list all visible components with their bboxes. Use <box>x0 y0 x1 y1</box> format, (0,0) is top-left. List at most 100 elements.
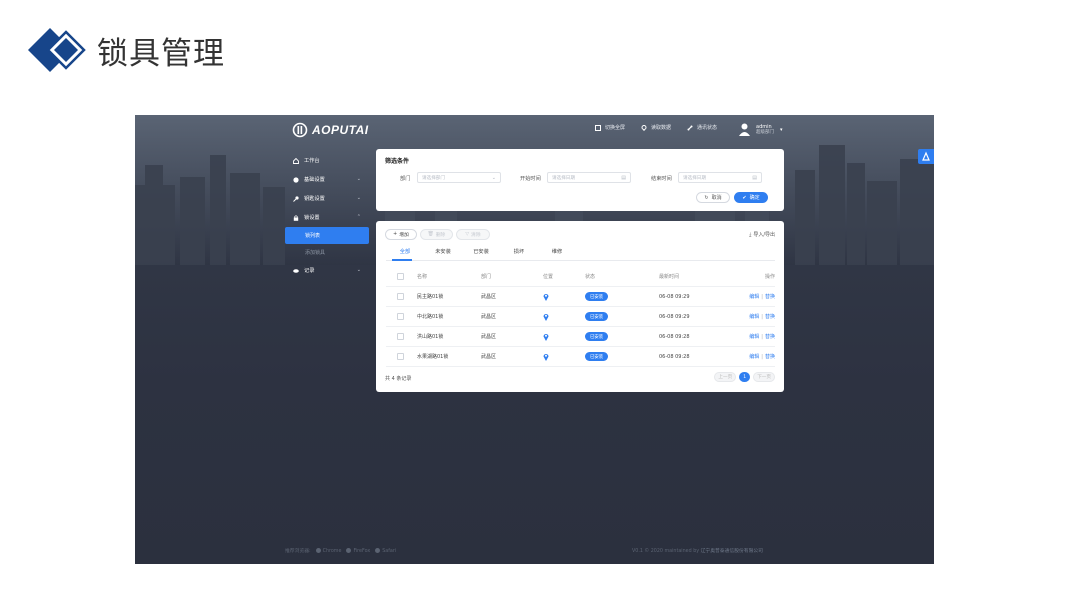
sidebar-item-key-settings[interactable]: 钥匙设置 ⌄ <box>285 189 369 208</box>
replace-link[interactable]: 替换 <box>765 314 775 320</box>
table-header: 名称 部门 位置 状态 最新时间 操作 <box>386 267 775 287</box>
end-date-placeholder: 请选择日期 <box>683 175 706 181</box>
edit-link[interactable]: 编辑 <box>749 294 759 300</box>
lock-dept: 武昌区 <box>481 334 497 340</box>
cancel-button[interactable]: ↻ 取消 <box>696 192 730 203</box>
divider: | <box>761 294 763 300</box>
calendar-icon: ▤ <box>621 175 626 181</box>
edit-link[interactable]: 编辑 <box>749 354 759 360</box>
lock-time: 06-08 09:29 <box>659 313 690 320</box>
company-name: 辽宁奥普泰通信股份有限公司 <box>700 549 763 554</box>
prev-page-button[interactable]: 上一页 <box>714 372 737 382</box>
cancel-label: 取消 <box>711 195 722 201</box>
sidebar-item-label: 工作台 <box>304 158 320 164</box>
divider: | <box>761 314 763 320</box>
user-menu[interactable]: admin 超级部门 ▾ <box>739 123 783 136</box>
lock-name: 洪山路01锁 <box>417 334 444 340</box>
lock-name: 水果湖路01锁 <box>417 354 449 360</box>
tab-repair[interactable]: 维修 <box>538 245 576 260</box>
row-checkbox[interactable] <box>397 313 404 320</box>
fullscreen-button[interactable]: 切换全屏 <box>595 124 625 131</box>
diamond-logo-icon <box>28 28 86 72</box>
sidebar-item-basic-settings[interactable]: 基础设置 ⌄ <box>285 170 369 189</box>
fullscreen-icon <box>595 124 601 131</box>
table-row: 中北路01锁 武昌区 已安装 06-08 09:29 编辑 | 替换 <box>386 307 775 327</box>
next-page-button[interactable]: 下一页 <box>753 372 775 382</box>
calendar-icon: ▤ <box>752 175 757 181</box>
row-checkbox[interactable] <box>397 353 404 360</box>
replace-link[interactable]: 替换 <box>765 354 775 360</box>
header-dept: 部门 <box>481 274 492 280</box>
app-screenshot: AOPUTAI 切换全屏 读取数据 通讯状态 admin 超级部门 ▾ 工作台 … <box>135 115 934 564</box>
chevron-down-icon: ⌄ <box>491 175 496 181</box>
delete-button[interactable]: 🗑 删除 <box>420 229 453 240</box>
status-badge: 已安装 <box>585 352 609 361</box>
chevron-up-icon: ⌃ <box>356 214 361 220</box>
end-date-input[interactable]: 请选择日期 ▤ <box>678 172 762 183</box>
tab-installed[interactable]: 已安装 <box>462 245 500 260</box>
clear-button[interactable]: ▽ 清除 <box>456 229 490 240</box>
fullscreen-label: 切换全屏 <box>605 125 626 131</box>
start-date-input[interactable]: 请选择日期 ▤ <box>547 172 631 183</box>
connection-status-button[interactable]: 通讯状态 <box>687 124 717 131</box>
brand-logo-icon <box>292 122 308 138</box>
dept-label: 部门 <box>400 176 411 182</box>
import-export-button[interactable]: ⤓ 导入/导出 <box>749 231 775 239</box>
browser-name: Chrome <box>322 548 342 554</box>
lock-time: 06-08 09:29 <box>659 293 690 300</box>
row-actions: 编辑 | 替换 <box>749 353 775 360</box>
lock-table-panel: + 增加 🗑 删除 ▽ 清除 ⤓ 导入/导出 全部 未安装 已安装 损坏 维修 <box>376 221 784 392</box>
read-data-button[interactable]: 读取数据 <box>641 124 671 131</box>
tab-all[interactable]: 全部 <box>386 245 424 261</box>
edit-link[interactable]: 编辑 <box>749 334 759 340</box>
sidebar-item-lock-settings[interactable]: 锁设置 ⌃ <box>285 208 369 227</box>
clear-label: 清除 <box>471 233 481 238</box>
chevron-down-icon: ⌄ <box>356 176 361 182</box>
replace-link[interactable]: 替换 <box>765 294 775 300</box>
location-pin-icon[interactable] <box>543 333 549 341</box>
divider: | <box>761 354 763 360</box>
sidebar-subitem-add-lock[interactable]: 添加锁具 <box>285 244 369 261</box>
chevron-down-icon: ⌄ <box>356 195 361 201</box>
lock-time: 06-08 09:28 <box>659 353 690 360</box>
read-data-icon <box>641 124 647 131</box>
row-checkbox[interactable] <box>397 333 404 340</box>
replace-link[interactable]: 替换 <box>765 334 775 340</box>
delete-label: 删除 <box>435 233 446 238</box>
home-icon <box>293 157 299 164</box>
divider: | <box>761 334 763 340</box>
lock-icon <box>293 214 299 221</box>
total-count: 共 4 条记录 <box>385 376 412 382</box>
location-pin-icon[interactable] <box>543 353 549 361</box>
select-all-checkbox[interactable] <box>397 273 404 280</box>
edit-link[interactable]: 编辑 <box>749 314 759 320</box>
slide: 锁具管理 AOPUTAI 切换全屏 读取数据 通讯状态 admin 超级部门 ▾… <box>0 0 1065 601</box>
lock-name: 民主路01锁 <box>417 294 444 300</box>
sidebar-subitem-lock-list[interactable]: 锁列表 <box>285 227 369 244</box>
page-number-current[interactable]: 1 <box>739 372 751 382</box>
header-time: 最新时间 <box>659 274 680 280</box>
location-pin-icon[interactable] <box>543 293 549 301</box>
pagination: 上一页 1 下一页 <box>714 372 775 382</box>
location-pin-icon[interactable] <box>543 313 549 321</box>
sidebar-item-records[interactable]: 记录 ⌄ <box>285 261 369 280</box>
chevron-down-icon: ⌄ <box>356 267 361 273</box>
status-badge: 已安装 <box>585 332 609 341</box>
sidebar-item-dashboard[interactable]: 工作台 <box>285 151 369 170</box>
tab-not-installed[interactable]: 未安装 <box>424 245 462 260</box>
status-tabs: 全部 未安装 已安装 损坏 维修 <box>386 245 775 261</box>
browser-chrome: Chrome <box>315 547 342 554</box>
confirm-button[interactable]: ✔ 确定 <box>734 192 768 203</box>
add-button[interactable]: + 增加 <box>385 229 417 240</box>
tool-icon <box>922 151 930 161</box>
version-text: V0.1 © 2020 maintained by <box>632 549 700 554</box>
sidebar-item-label: 钥匙设置 <box>304 196 325 202</box>
sidebar: 工作台 基础设置 ⌄ 钥匙设置 ⌄ 锁设置 ⌃ 锁列表 添加锁具 记录 ⌄ <box>285 151 369 280</box>
row-checkbox[interactable] <box>397 293 404 300</box>
tab-damaged[interactable]: 损坏 <box>500 245 538 260</box>
side-tool-tab[interactable] <box>918 149 934 164</box>
dept-select[interactable]: 请选择部门 ⌄ <box>417 172 501 183</box>
start-date-label: 开始时间 <box>520 176 541 182</box>
import-export-icon: ⤓ <box>749 231 752 238</box>
browser-firefox: FireFox <box>346 547 370 554</box>
